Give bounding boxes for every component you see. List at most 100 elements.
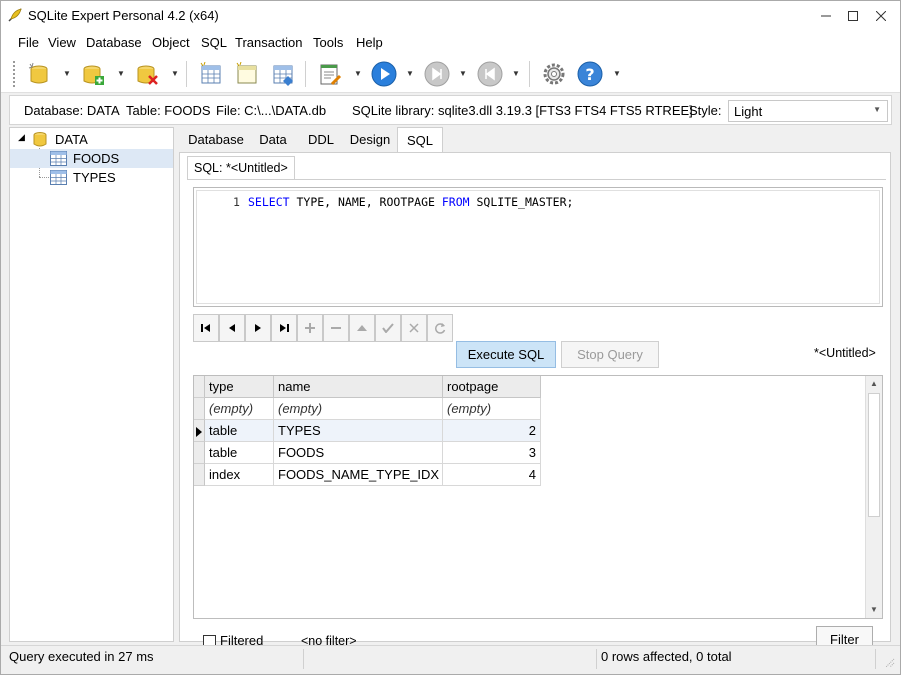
toolbar-separator: [529, 61, 530, 87]
table-icon: [50, 170, 67, 185]
column-header-rootpage[interactable]: rootpage: [443, 376, 541, 398]
tree-node-foods[interactable]: FOODS: [10, 149, 173, 168]
table-cell[interactable]: 2: [443, 420, 541, 442]
step-back-button[interactable]: [476, 60, 504, 88]
result-grid[interactable]: type name rootpage (empty) (empty) (empt…: [193, 375, 883, 619]
tab-design[interactable]: Design: [345, 127, 395, 152]
tab-data[interactable]: Data: [253, 127, 293, 152]
post-edit-button[interactable]: [375, 314, 401, 342]
menu-file[interactable]: File: [18, 35, 39, 50]
style-dropdown[interactable]: Light ▼: [728, 100, 888, 122]
status-separator: [303, 649, 304, 669]
expand-arrow-icon[interactable]: ◢: [18, 132, 25, 143]
refresh-button[interactable]: [427, 314, 453, 342]
status-rows-affected: 0 rows affected, 0 total: [601, 649, 732, 664]
execute-button[interactable]: [370, 60, 398, 88]
sql-editor[interactable]: 1 SELECT TYPE, NAME, ROOTPAGE FROM SQLIT…: [193, 187, 883, 307]
open-database-dropdown-icon[interactable]: ▼: [63, 69, 71, 78]
execute-sql-button[interactable]: Execute SQL: [456, 341, 556, 368]
minimize-button[interactable]: [811, 1, 841, 31]
menu-help[interactable]: Help: [356, 35, 383, 50]
new-database-dropdown-icon[interactable]: ▼: [117, 69, 125, 78]
maximize-button[interactable]: [838, 1, 868, 31]
help-button[interactable]: ?: [576, 60, 604, 88]
delete-record-button[interactable]: [323, 314, 349, 342]
tab-database[interactable]: Database: [183, 127, 249, 152]
title-bar: SQLite Expert Personal 4.2 (x64): [1, 1, 900, 31]
column-header-name[interactable]: name: [274, 376, 443, 398]
database-info-bar: Database: DATA Table: FOODS File: C:\...…: [9, 95, 892, 125]
table-cell[interactable]: TYPES: [274, 420, 443, 442]
prior-record-button[interactable]: [219, 314, 245, 342]
delete-database-button[interactable]: [133, 60, 161, 88]
tree-node-data[interactable]: ◢ DATA: [10, 130, 173, 149]
step-forward-button[interactable]: [423, 60, 451, 88]
sql-editor-dropdown-icon[interactable]: ▼: [354, 69, 362, 78]
step-forward-icon: [424, 61, 450, 87]
sql-editor-button[interactable]: [316, 60, 344, 88]
column-header-type[interactable]: type: [205, 376, 274, 398]
svg-text:?: ?: [585, 65, 594, 84]
cancel-edit-button[interactable]: [401, 314, 427, 342]
sql-editor-area[interactable]: 1 SELECT TYPE, NAME, ROOTPAGE FROM SQLIT…: [196, 190, 880, 304]
menu-view[interactable]: View: [48, 35, 76, 50]
keyword-from: FROM: [441, 195, 470, 209]
row-indicator: [194, 442, 205, 464]
line-number: 1: [233, 195, 240, 209]
sql-table: SQLITE_MASTER;: [469, 195, 574, 209]
table-cell[interactable]: table: [205, 442, 274, 464]
first-record-button[interactable]: [193, 314, 219, 342]
menu-tools[interactable]: Tools: [313, 35, 343, 50]
table-cell[interactable]: FOODS: [274, 442, 443, 464]
menu-database[interactable]: Database: [86, 35, 142, 50]
sql-code-line[interactable]: SELECT TYPE, NAME, ROOTPAGE FROM SQLITE_…: [248, 195, 573, 209]
chevron-down-icon: ▼: [873, 105, 881, 114]
filter-cell-type[interactable]: (empty): [205, 398, 274, 420]
table-cell[interactable]: FOODS_NAME_TYPE_IDX: [274, 464, 443, 486]
scroll-down-icon[interactable]: ▼: [866, 602, 882, 618]
toolbar: ▼ ▼ ▼ ▼ ▼ ▼ ▼ ? ▼: [1, 55, 900, 93]
menu-sql[interactable]: SQL: [201, 35, 227, 50]
new-view-button[interactable]: [233, 60, 261, 88]
open-database-button[interactable]: [25, 60, 53, 88]
scroll-up-icon[interactable]: ▲: [866, 376, 882, 392]
vertical-scrollbar[interactable]: ▲ ▼: [865, 376, 882, 618]
menu-transaction[interactable]: Transaction: [235, 35, 302, 50]
table-cell[interactable]: table: [205, 420, 274, 442]
tab-ddl[interactable]: DDL: [301, 127, 341, 152]
help-dropdown-icon[interactable]: ▼: [613, 69, 621, 78]
last-record-icon: [280, 324, 289, 332]
sql-columns: TYPE, NAME, ROOTPAGE: [289, 195, 442, 209]
new-index-button[interactable]: [269, 60, 297, 88]
table-cell[interactable]: 3: [443, 442, 541, 464]
sql-document-tab[interactable]: SQL: *<Untitled>: [187, 156, 295, 180]
edit-record-button[interactable]: [349, 314, 375, 342]
next-record-button[interactable]: [245, 314, 271, 342]
last-record-button[interactable]: [271, 314, 297, 342]
insert-record-button[interactable]: [297, 314, 323, 342]
step-forward-dropdown-icon[interactable]: ▼: [459, 69, 467, 78]
new-database-button[interactable]: [79, 60, 107, 88]
execute-dropdown-icon[interactable]: ▼: [406, 69, 414, 78]
menu-object[interactable]: Object: [152, 35, 190, 50]
tree-node-types[interactable]: TYPES: [10, 168, 173, 187]
app-window: SQLite Expert Personal 4.2 (x64) File Vi…: [0, 0, 901, 675]
stop-query-button[interactable]: Stop Query: [561, 341, 659, 368]
filter-cell-rootpage[interactable]: (empty): [443, 398, 541, 420]
table-cell[interactable]: index: [205, 464, 274, 486]
new-table-button[interactable]: [197, 60, 225, 88]
resize-grip-icon[interactable]: [885, 658, 895, 668]
table-cell[interactable]: 4: [443, 464, 541, 486]
filter-cell-name[interactable]: (empty): [274, 398, 443, 420]
first-record-icon: [201, 324, 210, 332]
status-separator: [875, 649, 876, 669]
scroll-thumb[interactable]: [868, 393, 880, 517]
object-tabs: Database Data DDL Design SQL: [179, 127, 892, 152]
delete-database-dropdown-icon[interactable]: ▼: [171, 69, 179, 78]
settings-button[interactable]: [540, 60, 568, 88]
step-back-dropdown-icon[interactable]: ▼: [512, 69, 520, 78]
close-button[interactable]: [866, 1, 896, 31]
tab-sql[interactable]: SQL: [397, 127, 443, 152]
window-title: SQLite Expert Personal 4.2 (x64): [28, 8, 219, 23]
current-row-arrow-icon: [196, 427, 202, 437]
